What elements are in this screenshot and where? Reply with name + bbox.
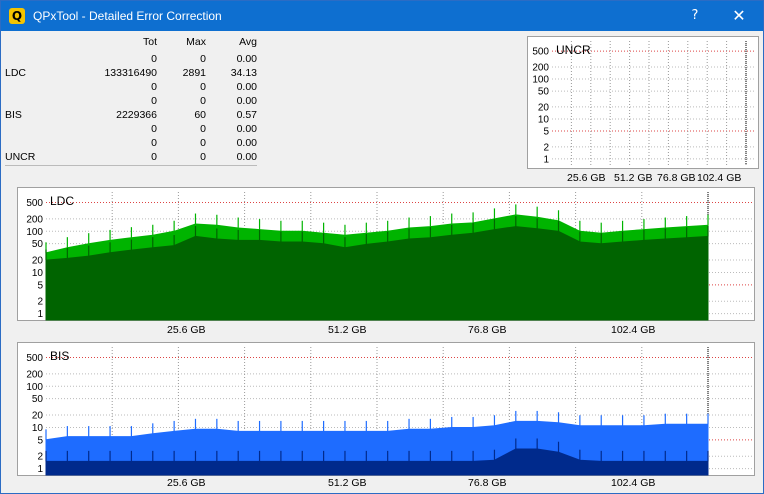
- y-tick-label: 100: [26, 227, 43, 238]
- row-avg: 0.00: [236, 53, 257, 65]
- y-tick-label: 10: [32, 268, 44, 279]
- row-label: UNCR: [5, 151, 36, 163]
- y-tick-label: 1: [543, 154, 549, 165]
- y-tick-label: 100: [26, 382, 43, 393]
- bis-chart-svg: 500 200 10050 20105 21 BIS: [26, 347, 754, 476]
- row-tot: 2229366: [116, 109, 157, 121]
- row-max: 0: [200, 151, 206, 163]
- stats-row: LDC 133316490 2891 34.13: [5, 67, 257, 81]
- x-tick-label: 102.4 GB: [697, 172, 742, 184]
- qpxtool-logo-icon: Q: [9, 8, 25, 24]
- x-tick-label: 76.8 GB: [468, 324, 507, 336]
- stats-divider: [5, 165, 257, 166]
- stats-row: UNCR 0 0 0.00: [5, 151, 257, 165]
- y-tick-label: 5: [37, 280, 43, 291]
- y-tick-label: 1: [37, 464, 43, 475]
- y-tick-label: 5: [37, 435, 43, 446]
- y-tick-label: 10: [32, 423, 44, 434]
- y-tick-label: 10: [538, 114, 550, 125]
- title-bar: Q QPxTool - Detailed Error Correction ? …: [1, 1, 763, 31]
- y-tick-label: 50: [32, 239, 44, 250]
- row-avg: 0.57: [236, 109, 257, 121]
- stats-row: 0 0 0.00: [5, 53, 257, 67]
- ldc-graph-label: LDC: [50, 194, 74, 208]
- stats-row: 0 0 0.00: [5, 123, 257, 137]
- stats-row: 0 0 0.00: [5, 95, 257, 109]
- x-tick-label: 102.4 GB: [611, 477, 656, 489]
- row-tot: 133316490: [104, 67, 157, 79]
- row-tot: 0: [151, 53, 157, 65]
- x-tick-label: 102.4 GB: [611, 324, 656, 336]
- y-tick-label: 2: [543, 142, 549, 153]
- row-avg: 0.00: [236, 81, 257, 93]
- y-tick-label: 200: [26, 369, 43, 380]
- y-tick-label: 500: [26, 353, 43, 364]
- x-tick-label: 76.8 GB: [657, 172, 696, 184]
- y-tick-label: 2: [37, 452, 43, 463]
- ldc-graph: 500 200 100 50 20 10 5 2 1 LDC: [17, 187, 755, 321]
- row-avg: 0.00: [236, 137, 257, 149]
- stats-row: 0 0 0.00: [5, 137, 257, 151]
- bis-graph: 500 200 100 50 20 10 5 2 1 BIS: [17, 342, 755, 476]
- help-button[interactable]: ?: [673, 1, 717, 31]
- stats-table: Tot Max Avg 0 0 0.00 LDC 133316490 2891 …: [5, 36, 257, 166]
- row-tot: 0: [151, 95, 157, 107]
- row-avg: 0.00: [236, 123, 257, 135]
- row-tot: 0: [151, 151, 157, 163]
- stats-row: 0 0 0.00: [5, 81, 257, 95]
- row-max: 2891: [182, 67, 206, 79]
- row-avg: 0.00: [236, 151, 257, 163]
- y-tick-label: 50: [32, 394, 44, 405]
- y-tick-label: 20: [538, 102, 550, 113]
- uncr-chart-svg: 500 20010050 20105 21 UNCR: [532, 41, 754, 165]
- row-max: 0: [200, 95, 206, 107]
- row-tot: 0: [151, 81, 157, 93]
- x-tick-label: 76.8 GB: [468, 477, 507, 489]
- header-avg: Avg: [239, 36, 257, 48]
- row-tot: 0: [151, 137, 157, 149]
- ldc-chart-svg: 500 200 10050 20105 21 LDC: [26, 192, 754, 321]
- stats-row: BIS 2229366 60 0.57: [5, 109, 257, 123]
- row-label: LDC: [5, 67, 27, 79]
- bis-graph-label: BIS: [50, 349, 69, 363]
- y-tick-label: 1: [37, 309, 43, 320]
- row-max: 0: [200, 123, 206, 135]
- x-tick-label: 25.6 GB: [167, 477, 206, 489]
- row-max: 0: [200, 137, 206, 149]
- close-button[interactable]: ✕: [717, 1, 761, 31]
- row-label: BIS: [5, 109, 22, 121]
- y-tick-label: 500: [26, 198, 43, 209]
- x-tick-label: 25.6 GB: [567, 172, 606, 184]
- row-tot: 0: [151, 123, 157, 135]
- window-title: QPxTool - Detailed Error Correction: [33, 9, 222, 23]
- y-tick-label: 50: [538, 87, 550, 98]
- x-tick-label: 51.2 GB: [328, 324, 367, 336]
- y-tick-label: 20: [32, 411, 44, 422]
- x-tick-label: 51.2 GB: [328, 477, 367, 489]
- x-tick-label: 25.6 GB: [167, 324, 206, 336]
- y-tick-label: 2: [37, 297, 43, 308]
- row-max: 0: [200, 81, 206, 93]
- row-max: 60: [194, 109, 206, 121]
- header-max: Max: [186, 36, 206, 48]
- y-tick-label: 500: [532, 47, 549, 58]
- row-max: 0: [200, 53, 206, 65]
- row-avg: 34.13: [230, 67, 257, 79]
- uncr-graph: 500 200 100 50 20 10 5 2 1 UNCR: [527, 36, 759, 169]
- uncr-graph-label: UNCR: [556, 43, 591, 57]
- header-tot: Tot: [142, 36, 157, 48]
- qpxtool-window: Q QPxTool - Detailed Error Correction ? …: [0, 0, 764, 494]
- y-tick-label: 200: [532, 63, 549, 74]
- y-tick-label: 200: [26, 214, 43, 225]
- y-tick-label: 20: [32, 256, 44, 267]
- x-tick-label: 51.2 GB: [614, 172, 653, 184]
- y-tick-label: 5: [543, 126, 549, 137]
- y-tick-label: 100: [532, 75, 549, 86]
- stats-header-row: Tot Max Avg: [5, 36, 257, 50]
- row-avg: 0.00: [236, 95, 257, 107]
